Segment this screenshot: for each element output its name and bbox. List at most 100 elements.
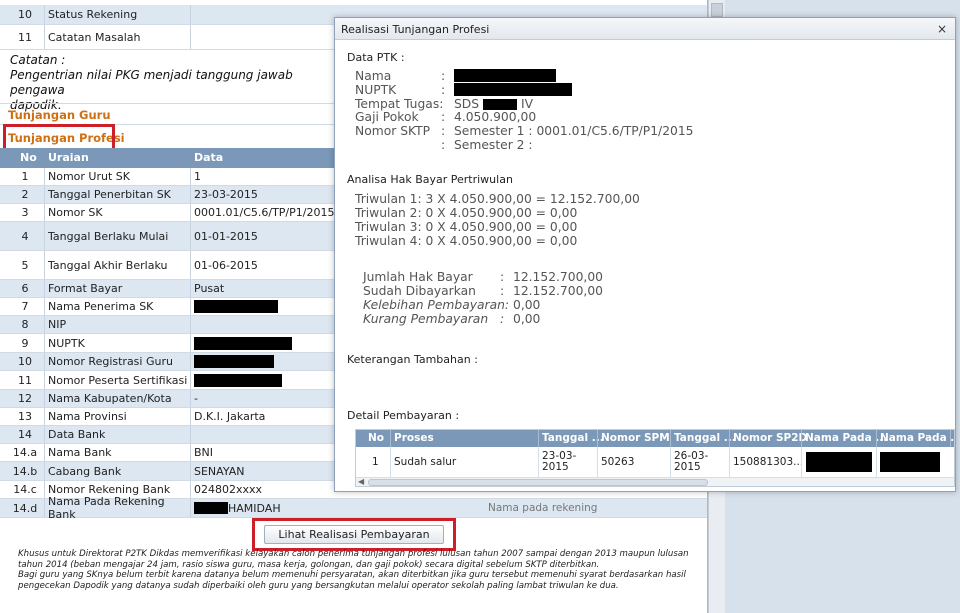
row-uraian: Format Bayar (48, 282, 123, 295)
row-no: 13 (18, 410, 32, 423)
pay-header-tanggal[interactable]: Tanggal ... (542, 432, 604, 444)
colon: : (441, 69, 446, 83)
redacted-nuptk (194, 336, 292, 350)
close-icon[interactable]: × (937, 22, 947, 36)
data-ptk-heading: Data PTK : (347, 51, 405, 64)
payment-row[interactable]: 1 Sudah salur 23-03-2015 50263 26-03-201… (356, 447, 954, 477)
field-label: Tempat Tugas: (355, 97, 444, 111)
row-uraian: Nama Penerima SK (48, 300, 154, 313)
payment-table-header: No Proses Tanggal ... Nomor SPM Tanggal … (356, 430, 954, 447)
triwulan-line: Triwulan 4: 0 X 4.050.900,00 = 0,00 (355, 234, 578, 248)
triwulan-line: Triwulan 3: 0 X 4.050.900,00 = 0,00 (355, 220, 578, 234)
pay-header-nama-pada-2[interactable]: Nama Pada ... (880, 432, 954, 444)
summary-label: Sudah Dibayarkan (363, 284, 476, 298)
row-label: Catatan Masalah (48, 30, 141, 44)
summary-label: Kelebihan Pembayaran: (363, 298, 510, 312)
pay-cell-no: 1 (372, 455, 379, 468)
field-nuptk: NUPTK : (355, 83, 572, 97)
footer-note-line: Bagi guru yang SKnya belum terbit karena… (18, 570, 686, 591)
table-row: 14.d Nama Pada Rekening Bank HAMIDAH Nama… (0, 495, 707, 521)
pay-header-no[interactable]: No (368, 432, 384, 444)
analisa-heading: Analisa Hak Bayar Pertriwulan (347, 173, 513, 186)
field-label: Nomor SKTP (355, 124, 431, 138)
pay-header-proses[interactable]: Proses (394, 432, 434, 444)
catatan-line: Pengentrian nilai PKG menjadi tanggung j… (10, 68, 293, 97)
row-no: 12 (18, 392, 32, 405)
field-gaji-pokok: Gaji Pokok : 4.050.900,00 (355, 110, 536, 124)
colon: : (441, 110, 446, 124)
field-value: Semester 2 : (454, 138, 533, 152)
row-data (194, 371, 344, 389)
summary-kurang: Kurang Pembayaran : 0,00 (363, 312, 540, 326)
scrollbar-thumb[interactable] (368, 479, 708, 486)
dialog-title: Realisasi Tunjangan Profesi (341, 23, 490, 36)
field-value: Semester 1 : 0001.01/C5.6/TP/P1/2015 (454, 124, 694, 138)
row-uraian: Nama Kabupaten/Kota (48, 392, 172, 405)
row-data: 1 (194, 170, 201, 183)
row-uraian: Tanggal Akhir Berlaku (48, 258, 168, 272)
row-no: 11 (18, 30, 32, 44)
summary-value: 12.152.700,00 (513, 270, 603, 284)
summary-kelebihan: Kelebihan Pembayaran: 0,00 (363, 298, 540, 312)
row-extra: Nama pada rekening (488, 502, 598, 514)
pay-header-tanggal-2[interactable]: Tanggal ... (674, 432, 736, 444)
row-uraian: Nama Provinsi (48, 410, 127, 423)
summary-value: 0,00 (513, 298, 541, 312)
row-no: 2 (21, 188, 29, 201)
row-no: 14.c (13, 483, 37, 496)
pay-header-nama-pada[interactable]: Nama Pada ... (805, 432, 887, 444)
field-nama: Nama : (355, 69, 556, 83)
summary-sudah: Sudah Dibayarkan : 12.152.700,00 (363, 284, 603, 298)
row-data: 23-03-2015 (194, 188, 258, 201)
row-uraian: Cabang Bank (48, 464, 122, 478)
redacted-nama-pada-2 (880, 452, 940, 472)
row-no: 3 (21, 206, 29, 219)
scroll-left-icon[interactable]: ◀ (358, 477, 364, 486)
row-uraian: Nama Pada Rekening Bank (48, 495, 165, 521)
row-data (194, 334, 344, 352)
row-uraian: Data Bank (48, 428, 106, 441)
field-label: Nama (355, 69, 392, 83)
colon: : (441, 83, 446, 97)
field-tempat-tugas: Tempat Tugas: SDS IV (355, 97, 533, 111)
keterangan-heading: Keterangan Tambahan : (347, 353, 478, 366)
row-uraian: NUPTK (48, 336, 85, 350)
header-uraian: Uraian (48, 151, 89, 164)
dialog-titlebar[interactable]: Realisasi Tunjangan Profesi × (335, 18, 955, 40)
redacted-sertifikasi (194, 373, 282, 387)
row-data: Pusat (194, 282, 225, 295)
field-nomor-sktp: Nomor SKTP : Semester 1 : 0001.01/C5.6/T… (355, 124, 693, 138)
row-data: 01-06-2015 (194, 258, 258, 272)
catatan-note: Catatan : Pengentrian nilai PKG menjadi … (10, 53, 340, 113)
row-uraian: Nomor Peserta Sertifikasi (48, 373, 188, 387)
pay-cell-tanggal-2: 26-03-2015 (674, 450, 709, 473)
pay-cell-spm: 50263 (601, 455, 635, 468)
row-label: Status Rekening (48, 8, 138, 21)
pay-cell-sp2d: 150881303... (733, 455, 804, 468)
pay-cell-nama (806, 447, 872, 477)
colon: : (500, 312, 505, 326)
tempat-tugas-prefix: SDS (454, 97, 480, 111)
redacted-nama-pada (806, 452, 872, 472)
redacted-registrasi (194, 355, 274, 368)
pay-cell-nama-2 (880, 447, 940, 477)
row-no: 9 (21, 336, 29, 350)
colon: : (441, 138, 446, 152)
triwulan-line: Triwulan 1: 3 X 4.050.900,00 = 12.152.70… (355, 192, 640, 206)
redacted-school (483, 99, 518, 110)
payment-table-scrollbar[interactable]: ◀ (356, 477, 954, 486)
row-data (194, 298, 344, 315)
tunjangan-guru-label: Tunjangan Guru (8, 108, 111, 122)
row-uraian: Nama Bank (48, 446, 112, 459)
redacted-nuptk (454, 83, 572, 96)
lihat-realisasi-button[interactable]: Lihat Realisasi Pembayaran (264, 525, 444, 544)
row-no: 5 (21, 258, 29, 272)
pay-header-spm[interactable]: Nomor SPM (601, 432, 670, 444)
pay-header-sp2d[interactable]: Nomor SP2D (733, 432, 807, 444)
row-data-value: HAMIDAH (228, 501, 281, 515)
scrollbar-thumb[interactable] (711, 3, 723, 17)
row-no: 4 (21, 229, 29, 243)
field-label: Gaji Pokok (355, 110, 419, 124)
detail-heading: Detail Pembayaran : (347, 409, 460, 422)
row-no: 10 (18, 8, 32, 21)
